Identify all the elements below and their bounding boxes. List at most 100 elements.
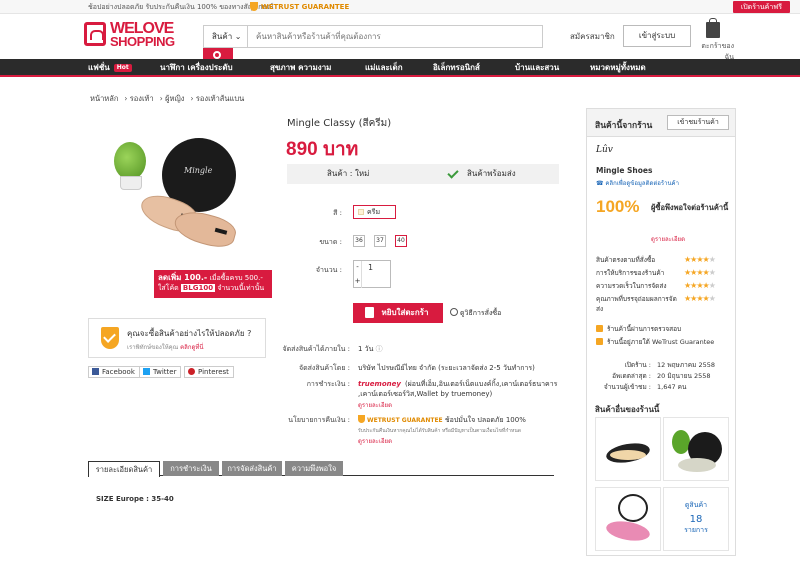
wetrust-logo: WETRUST GUARANTEE: [358, 415, 443, 424]
shop-header-title: สินค้านี้จากร้าน: [595, 121, 653, 131]
stock-status: สินค้าพร้อมส่ง: [467, 169, 516, 178]
size-option-36[interactable]: 36: [353, 235, 365, 247]
info-icon: ⓘ: [375, 345, 383, 353]
breadcrumb-shoes[interactable]: รองเท้า: [130, 94, 154, 103]
more-count: 18: [689, 514, 703, 525]
tab-payment[interactable]: การชำระเงิน: [163, 461, 219, 476]
safe-shopping-box[interactable]: คุณจะซื้อสินค้าอย่างไรให้ปลอดภัย ? เราพิ…: [88, 318, 266, 358]
shop-contact-link[interactable]: ☎ คลิกเพื่อดูข้อมูลติดต่อร้านค้า: [596, 178, 679, 188]
other-product-thumb[interactable]: [595, 417, 661, 481]
rating-row: คุณภาพที่บรรจุถ่อมผลการจัดส่ง ★★★★★: [596, 294, 716, 313]
payment-label: การชำระเงิน :: [306, 380, 350, 388]
wetrust-badge[interactable]: WETRUST GUARANTEE: [250, 0, 349, 14]
site-logo[interactable]: WELOVE SHOPPING: [84, 20, 184, 50]
promo-condition: เมื่อซื้อครบ 500.-: [209, 274, 263, 282]
register-link[interactable]: สมัครสมาชิก: [570, 30, 615, 43]
other-product-thumb[interactable]: [595, 487, 661, 551]
nav-item-electronics[interactable]: อิเล็กทรอนิกส์: [433, 59, 480, 77]
open-shop-button[interactable]: เปิดร้านค้าฟรี: [732, 1, 790, 13]
refund-more-link[interactable]: ดูรายละเอียด: [358, 436, 392, 446]
other-products-title: สินค้าอื่นของร้านนี้: [595, 405, 660, 414]
hot-badge: Hot: [113, 64, 132, 72]
quantity-label: จำนวน :: [315, 266, 342, 274]
rating-stars: ★★★★★: [684, 268, 716, 277]
cart-icon: [706, 18, 720, 38]
size-label: ขนาด :: [319, 238, 342, 246]
login-button[interactable]: เข้าสู่ระบบ: [623, 25, 691, 47]
ship-in-label: จัดส่งสินค้าได้ภายใน :: [282, 345, 350, 353]
safe-title: คุณจะซื้อสินค้าอย่างไรให้ปลอดภัย ?: [127, 329, 252, 338]
breadcrumb-home[interactable]: หน้าหลัก: [90, 94, 118, 103]
add-to-cart-button[interactable]: หยิบใส่ตะกร้า: [353, 303, 443, 323]
quantity-stepper[interactable]: - + 1: [353, 260, 391, 288]
payment-more-link[interactable]: ดูรายละเอียด: [358, 400, 392, 410]
product-description: SIZE Europe : 35-40: [96, 495, 174, 503]
product-status-box: สินค้า : ใหม่ สินค้าพร้อมส่ง: [287, 164, 559, 184]
info-icon: [450, 308, 458, 316]
satisfaction-detail-link[interactable]: ดูรายละเอียด: [651, 234, 685, 244]
search-icon: [213, 51, 221, 59]
safe-link[interactable]: คลิกดูที่นี่: [180, 344, 203, 351]
breadcrumb: หน้าหลัก › รองเท้า › ผู้หญิง › รองเท้าส้นแบ…: [90, 94, 245, 103]
tab-shipping[interactable]: การจัดส่งสินค้า: [222, 461, 282, 476]
shop-logo[interactable]: Lûv: [596, 145, 620, 163]
size-option-37[interactable]: 37: [374, 235, 386, 247]
nav-item-fashion[interactable]: แฟชั่น Hot: [88, 59, 132, 77]
rating-stars: ★★★★★: [684, 281, 716, 290]
tab-satisfaction[interactable]: ความพึงพอใจ: [285, 461, 343, 476]
promo-code-label: ใส่โค้ด: [158, 284, 179, 292]
shop-sidebar: สินค้านี้จากร้าน เข้าชมร้านค้า Lûv Mingl…: [586, 108, 736, 556]
safe-subtitle: เราพิทักษ์ของให้คุณ คลิกดูที่นี่: [127, 344, 204, 351]
product-image[interactable]: Mingle: [110, 132, 270, 272]
shop-name[interactable]: Mingle Shoes: [596, 166, 652, 175]
share-pinterest-button[interactable]: Pinterest: [184, 366, 234, 378]
promo-code: BLG100: [180, 284, 216, 292]
detail-tabs: รายละเอียดสินค้า การชำระเงิน การจัดส่งสิ…: [88, 460, 554, 477]
cart-button[interactable]: ตะกร้าของฉัน: [692, 18, 734, 61]
tab-product-details[interactable]: รายละเอียดสินค้า: [88, 461, 160, 477]
increase-button[interactable]: +: [354, 274, 362, 288]
enter-shop-button[interactable]: เข้าชมร้านค้า: [667, 115, 729, 130]
view-more-products[interactable]: ดูสินค้า 18 รายการ: [663, 487, 729, 551]
ship-by-value: บริษัท ไปรษณีย์ไทย จำกัด (ระยะเวลาจัดส่ง…: [358, 364, 535, 372]
other-product-thumb[interactable]: [663, 417, 729, 481]
decrease-button[interactable]: -: [354, 261, 362, 274]
breadcrumb-women[interactable]: ผู้หญิง: [165, 94, 184, 103]
rating-stars: ★★★★★: [684, 294, 716, 303]
refund-label: นโยบายการคืนเงิน :: [288, 416, 350, 424]
phone-icon: ☎: [596, 180, 604, 187]
bag-brand-text: Mingle: [184, 166, 213, 175]
nav-item-home-garden[interactable]: บ้านและสวน: [515, 59, 559, 77]
shield-check-icon: [101, 327, 119, 349]
color-label: สี :: [333, 209, 342, 217]
rating-row: สินค้าตรงตามที่สั่งซื้อ ★★★★★: [596, 255, 716, 264]
product-price: 890 บาท: [286, 139, 359, 160]
promo-box: ลดเพิ่ม 100.- เมื่อซื้อครบ 500.- ใส่โค้ด…: [154, 270, 272, 298]
search-input[interactable]: [252, 26, 532, 47]
nav-item-health[interactable]: สุขภาพ ความงาม: [270, 59, 331, 77]
shield-icon: [596, 338, 603, 345]
breadcrumb-flats[interactable]: รองเท้าส้นแบน: [196, 94, 244, 103]
search-category-select[interactable]: สินค้า ⌄: [204, 26, 248, 47]
facebook-icon: [92, 368, 99, 375]
product-title: Mingle Classy (สีครีม): [287, 118, 392, 129]
rating-stars: ★★★★★: [684, 255, 716, 264]
share-twitter-button[interactable]: Twitter: [139, 366, 182, 378]
how-to-order-link[interactable]: ดูวิธีการสั่งซื้อ: [450, 308, 501, 319]
product-condition: สินค้า : ใหม่: [327, 169, 370, 178]
share-facebook-button[interactable]: Facebook: [88, 366, 140, 378]
size-option-40[interactable]: 40: [395, 235, 407, 247]
color-option-cream[interactable]: ครีม: [353, 205, 396, 219]
shoe-right: [171, 206, 239, 252]
nav-item-all-categories[interactable]: หมวดหมู่ทั้งหมด: [590, 59, 646, 77]
shield-icon: [358, 415, 365, 423]
satisfaction-percent: 100%: [596, 197, 640, 216]
check-icon: [447, 167, 459, 179]
satisfaction-text: ผู้ซื้อพึงพอใจต่อร้านค้านี้: [651, 203, 729, 212]
quantity-value[interactable]: 1: [368, 263, 373, 272]
category-nav: แฟชั่น Hot นาฬิกา เครื่องประดับ สุขภาพ คว…: [0, 59, 800, 77]
chevron-down-icon: ⌄: [234, 32, 242, 41]
shopping-bag-icon: [84, 22, 106, 46]
nav-item-mother-baby[interactable]: แม่และเด็ก: [365, 59, 403, 77]
nav-item-watches[interactable]: นาฬิกา เครื่องประดับ: [160, 59, 233, 77]
